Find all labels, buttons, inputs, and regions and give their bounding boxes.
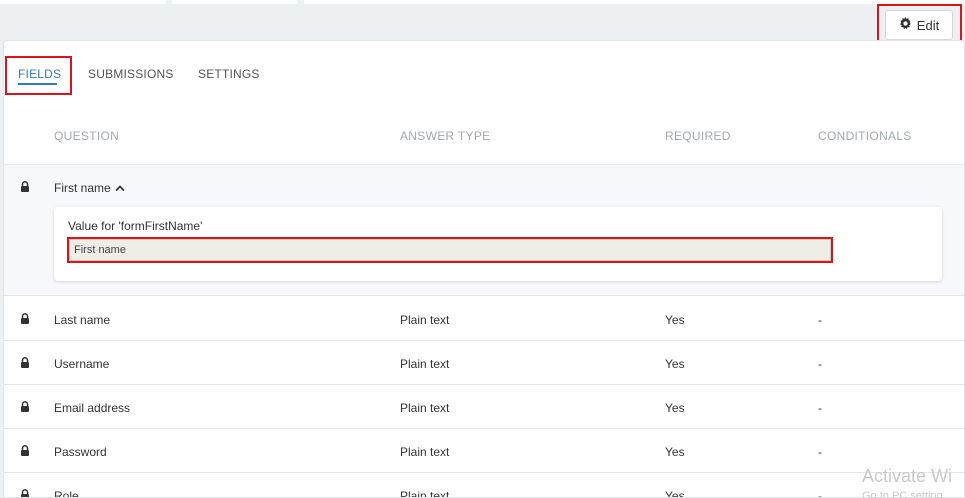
cell-required: Yes	[665, 445, 685, 459]
tab-strip-gap	[166, 0, 172, 4]
cell-required: Yes	[665, 489, 685, 498]
lock-icon	[20, 445, 30, 456]
expanded-question-label: First name	[54, 181, 111, 195]
activate-windows-watermark: Activate Wi	[862, 466, 953, 486]
cell-answer-type: Plain text	[400, 313, 450, 327]
field-value-card: Value for 'formFirstName' First name	[54, 207, 942, 281]
table-row[interactable]: Username Plain text Yes -	[4, 341, 964, 385]
activate-windows-subtitle: Go to PC setting	[862, 490, 943, 498]
cell-question: Username	[54, 357, 110, 371]
cell-conditionals: -	[818, 313, 822, 327]
field-value-label: Value for 'formFirstName'	[68, 219, 203, 233]
table-row[interactable]: Role Plain text Yes -	[4, 473, 964, 498]
header-required: REQUIRED	[665, 129, 731, 143]
cell-conditionals: -	[818, 357, 822, 371]
table-row[interactable]: Last name Plain text Yes -	[4, 297, 964, 341]
lock-icon	[20, 313, 30, 324]
table-row-expanded[interactable]: First name Value for 'formFirstName' Fir…	[4, 165, 964, 296]
lock-icon	[20, 489, 30, 497]
cell-question: Password	[54, 445, 107, 459]
tab-settings[interactable]: SETTINGS	[198, 67, 260, 81]
expanded-question[interactable]: First name	[54, 181, 125, 195]
cell-answer-type: Plain text	[400, 489, 450, 498]
cell-conditionals: -	[818, 489, 822, 498]
tab-strip-gap	[298, 0, 304, 4]
top-tab-strip	[0, 0, 965, 4]
form-fields-panel: FIELDS SUBMISSIONS SETTINGS QUESTION ANS…	[3, 40, 965, 498]
cell-conditionals: -	[818, 401, 822, 415]
cell-required: Yes	[665, 401, 685, 415]
cell-question: Email address	[54, 401, 131, 415]
cell-conditionals: -	[818, 445, 822, 459]
table-row[interactable]: Email address Plain text Yes -	[4, 385, 964, 429]
fields-tab-highlight-box	[5, 56, 72, 95]
header-question: QUESTION	[54, 129, 120, 143]
cell-required: Yes	[665, 357, 685, 371]
header-answer-type: ANSWER TYPE	[400, 129, 491, 143]
cell-answer-type: Plain text	[400, 357, 450, 371]
lock-icon	[20, 357, 30, 368]
cell-question: Role	[54, 489, 79, 498]
cell-question: Last name	[54, 313, 111, 327]
tab-submissions[interactable]: SUBMISSIONS	[88, 67, 174, 81]
chevron-up-icon[interactable]	[115, 181, 125, 195]
table-row[interactable]: Password Plain text Yes -	[4, 429, 964, 473]
lock-icon	[20, 181, 30, 192]
lock-icon	[20, 401, 30, 412]
input-highlight-box	[67, 237, 833, 263]
cell-required: Yes	[665, 313, 685, 327]
header-conditionals: CONDITIONALS	[818, 129, 912, 143]
cell-answer-type: Plain text	[400, 445, 450, 459]
cell-answer-type: Plain text	[400, 401, 450, 415]
